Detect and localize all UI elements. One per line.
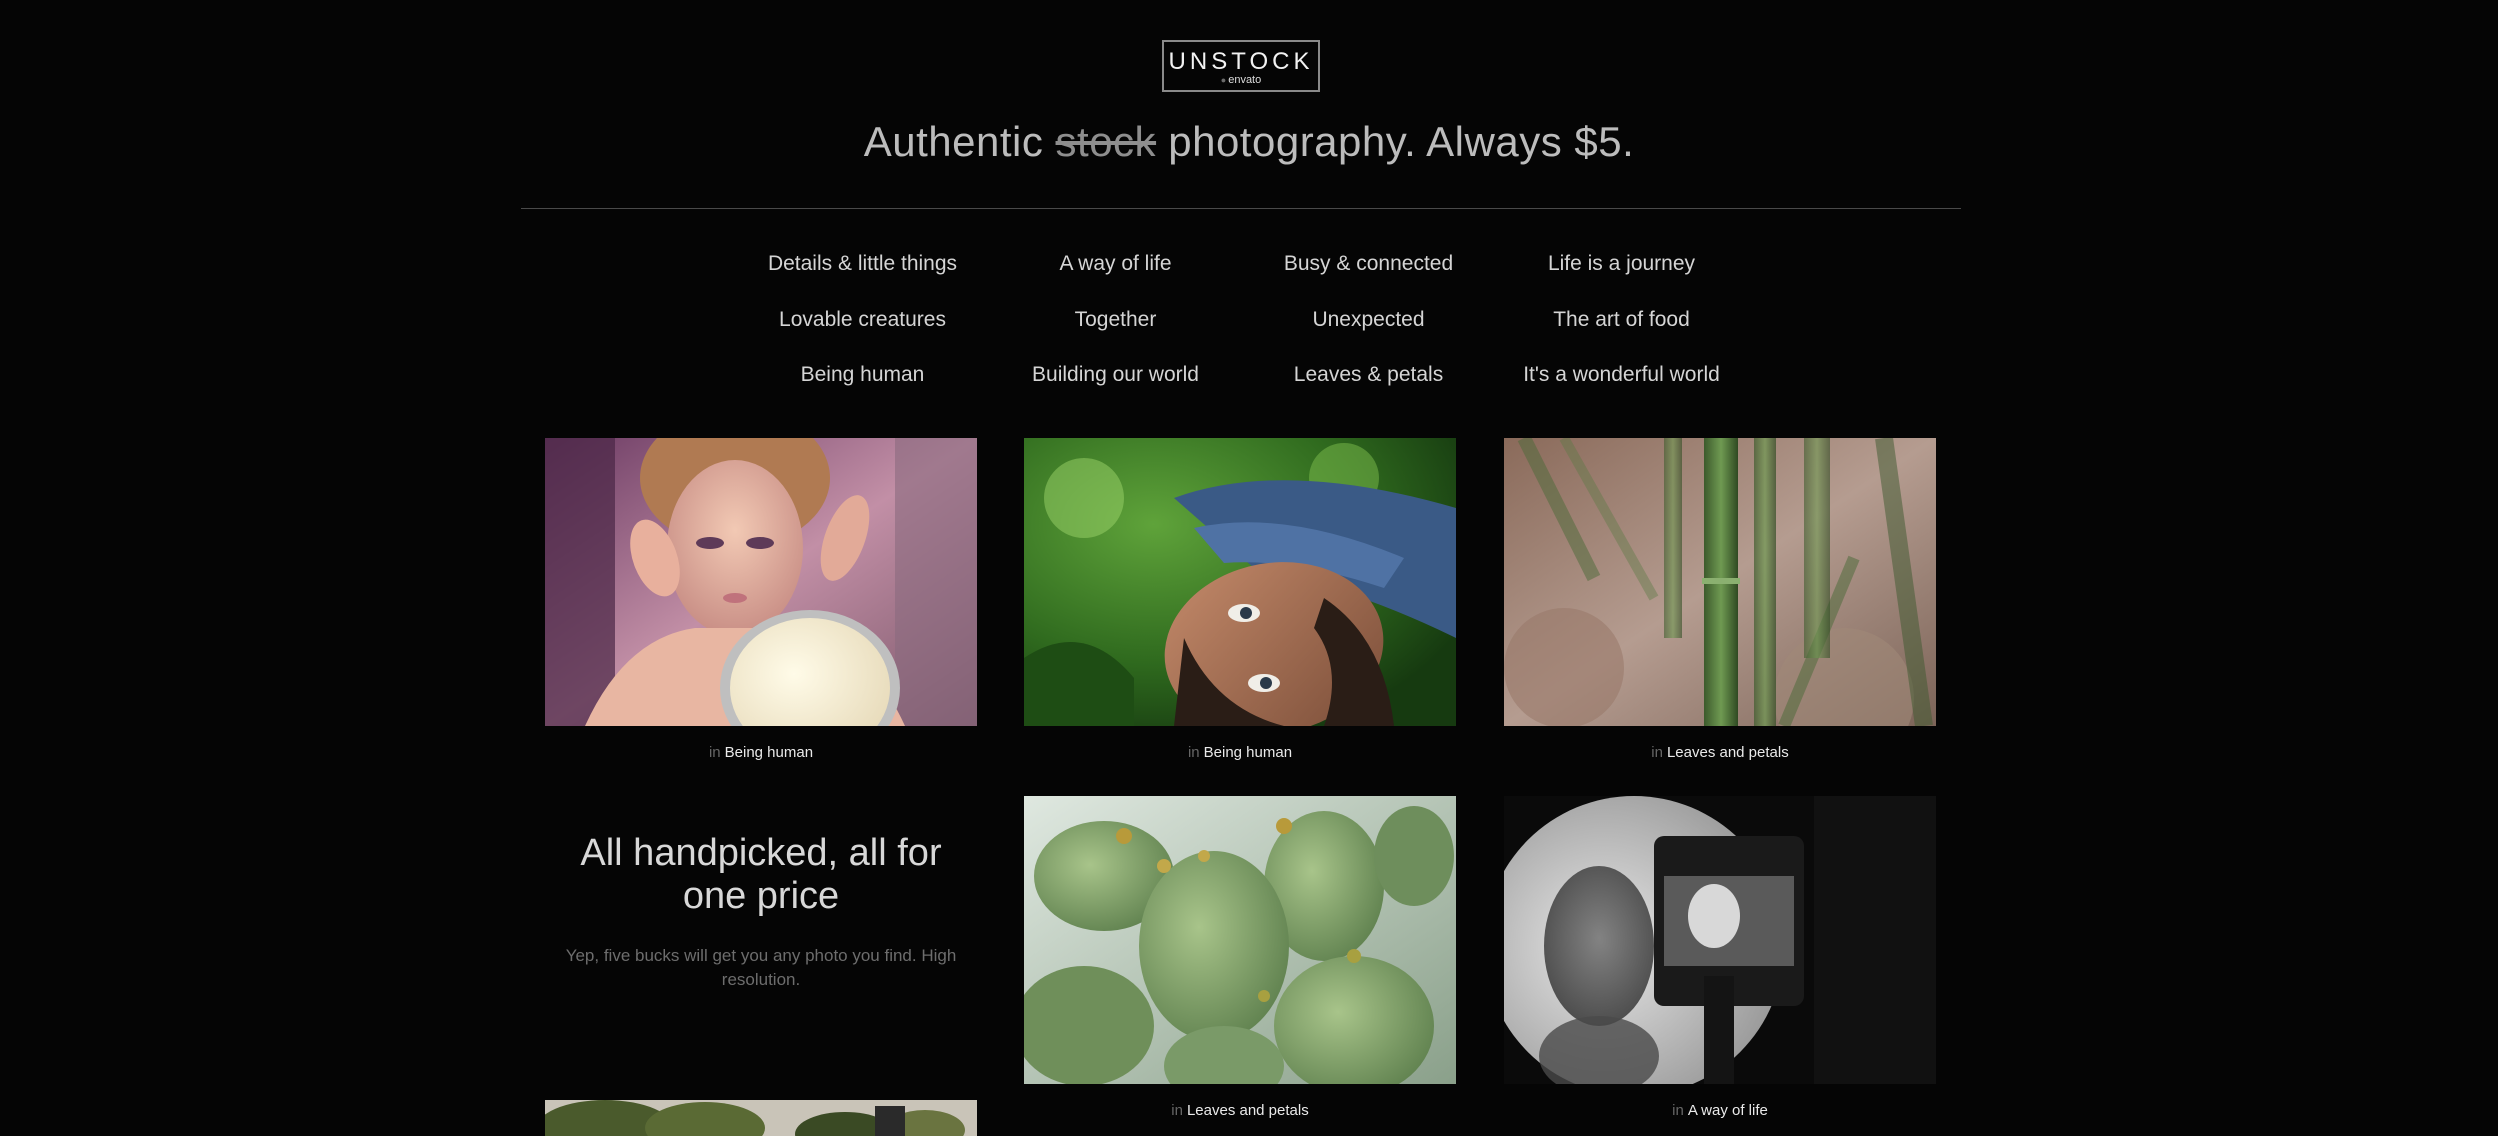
photo-card[interactable]: in Being human [545, 438, 977, 762]
caption-prefix: in [1171, 1102, 1183, 1119]
category-link[interactable]: Together [989, 292, 1242, 348]
photo-card[interactable]: in Leaves and petals [1504, 438, 1936, 762]
logo-wordmark: UNSTOCK [1168, 48, 1314, 75]
category-link[interactable]: Life is a journey [1495, 236, 1748, 292]
promo-title: All handpicked, all for one price [580, 832, 942, 917]
photo-image [1024, 438, 1456, 726]
caption-category-link[interactable]: Leaves and petals [1667, 744, 1789, 761]
photo-caption: in Being human [1024, 744, 1456, 762]
caption-prefix: in [708, 744, 721, 761]
category-link[interactable]: Details & little things [736, 236, 989, 292]
photo-card[interactable]: in Being human [1024, 438, 1456, 762]
header-divider [521, 208, 1961, 209]
caption-category-link[interactable]: Leaves and petals [1187, 1102, 1309, 1119]
page: UNSTOCK ● envato Authentic stock photogra… [0, 0, 2498, 1136]
photo-image [1504, 796, 1936, 1084]
promo-text: Yep, five bucks will get you any photo y… [565, 946, 957, 989]
caption-category-link[interactable]: Being human [1204, 744, 1292, 761]
photo-camera-viewfinder[interactable] [1504, 796, 1936, 1084]
caption-prefix: in [1651, 744, 1663, 761]
envato-leaf-icon: ● [1220, 75, 1227, 85]
photo-card-partial[interactable] [545, 1100, 977, 1136]
photo-caption: in Being human [545, 744, 977, 762]
photo-caption: in Leaves and petals [1504, 744, 1936, 762]
promo-block: All handpicked, all for one price Yep, f… [545, 832, 977, 992]
photo-image [1504, 438, 1936, 726]
caption-prefix: in [1187, 744, 1200, 761]
category-nav: Details & little things A way of life Bu… [736, 236, 1748, 403]
category-link[interactable]: Being human [736, 347, 989, 403]
category-link[interactable]: Leaves & petals [1242, 347, 1495, 403]
logo-envato-label: envato [1228, 74, 1262, 86]
tagline-end: photography. Always $5. [1156, 118, 1635, 165]
photo-woman-with-mirror[interactable] [545, 438, 977, 726]
photo-image [545, 1100, 977, 1136]
category-link[interactable]: The art of food [1495, 292, 1748, 348]
photo-image [545, 438, 977, 726]
caption-category-link[interactable]: Being human [725, 744, 813, 761]
photo-man-lying-in-grass[interactable] [1024, 438, 1456, 726]
logo-envato: ● envato [1164, 74, 1318, 86]
photo-caption: in Leaves and petals [1024, 1102, 1456, 1120]
photo-card[interactable]: in Leaves and petals [1024, 796, 1456, 1120]
photo-caption: in A way of life [1504, 1102, 1936, 1120]
photo-bamboo[interactable] [1504, 438, 1936, 726]
tagline-struck-word: stock [1055, 118, 1157, 165]
photo-cactus[interactable] [1024, 796, 1456, 1084]
category-link[interactable]: Building our world [989, 347, 1242, 403]
unstock-logo[interactable]: UNSTOCK ● envato [1162, 40, 1320, 92]
category-link[interactable]: A way of life [989, 236, 1242, 292]
category-link[interactable]: It's a wonderful world [1495, 347, 1748, 403]
tagline-start: Authentic [863, 118, 1056, 165]
category-link[interactable]: Busy & connected [1242, 236, 1495, 292]
category-link[interactable]: Unexpected [1242, 292, 1495, 348]
caption-prefix: in [1672, 1102, 1684, 1119]
caption-category-link[interactable]: A way of life [1688, 1102, 1768, 1119]
tagline: Authentic stock photography. Always $5. [0, 118, 2498, 166]
photo-image [1024, 796, 1456, 1084]
category-link[interactable]: Lovable creatures [736, 292, 989, 348]
photo-card[interactable]: in A way of life [1504, 796, 1936, 1120]
